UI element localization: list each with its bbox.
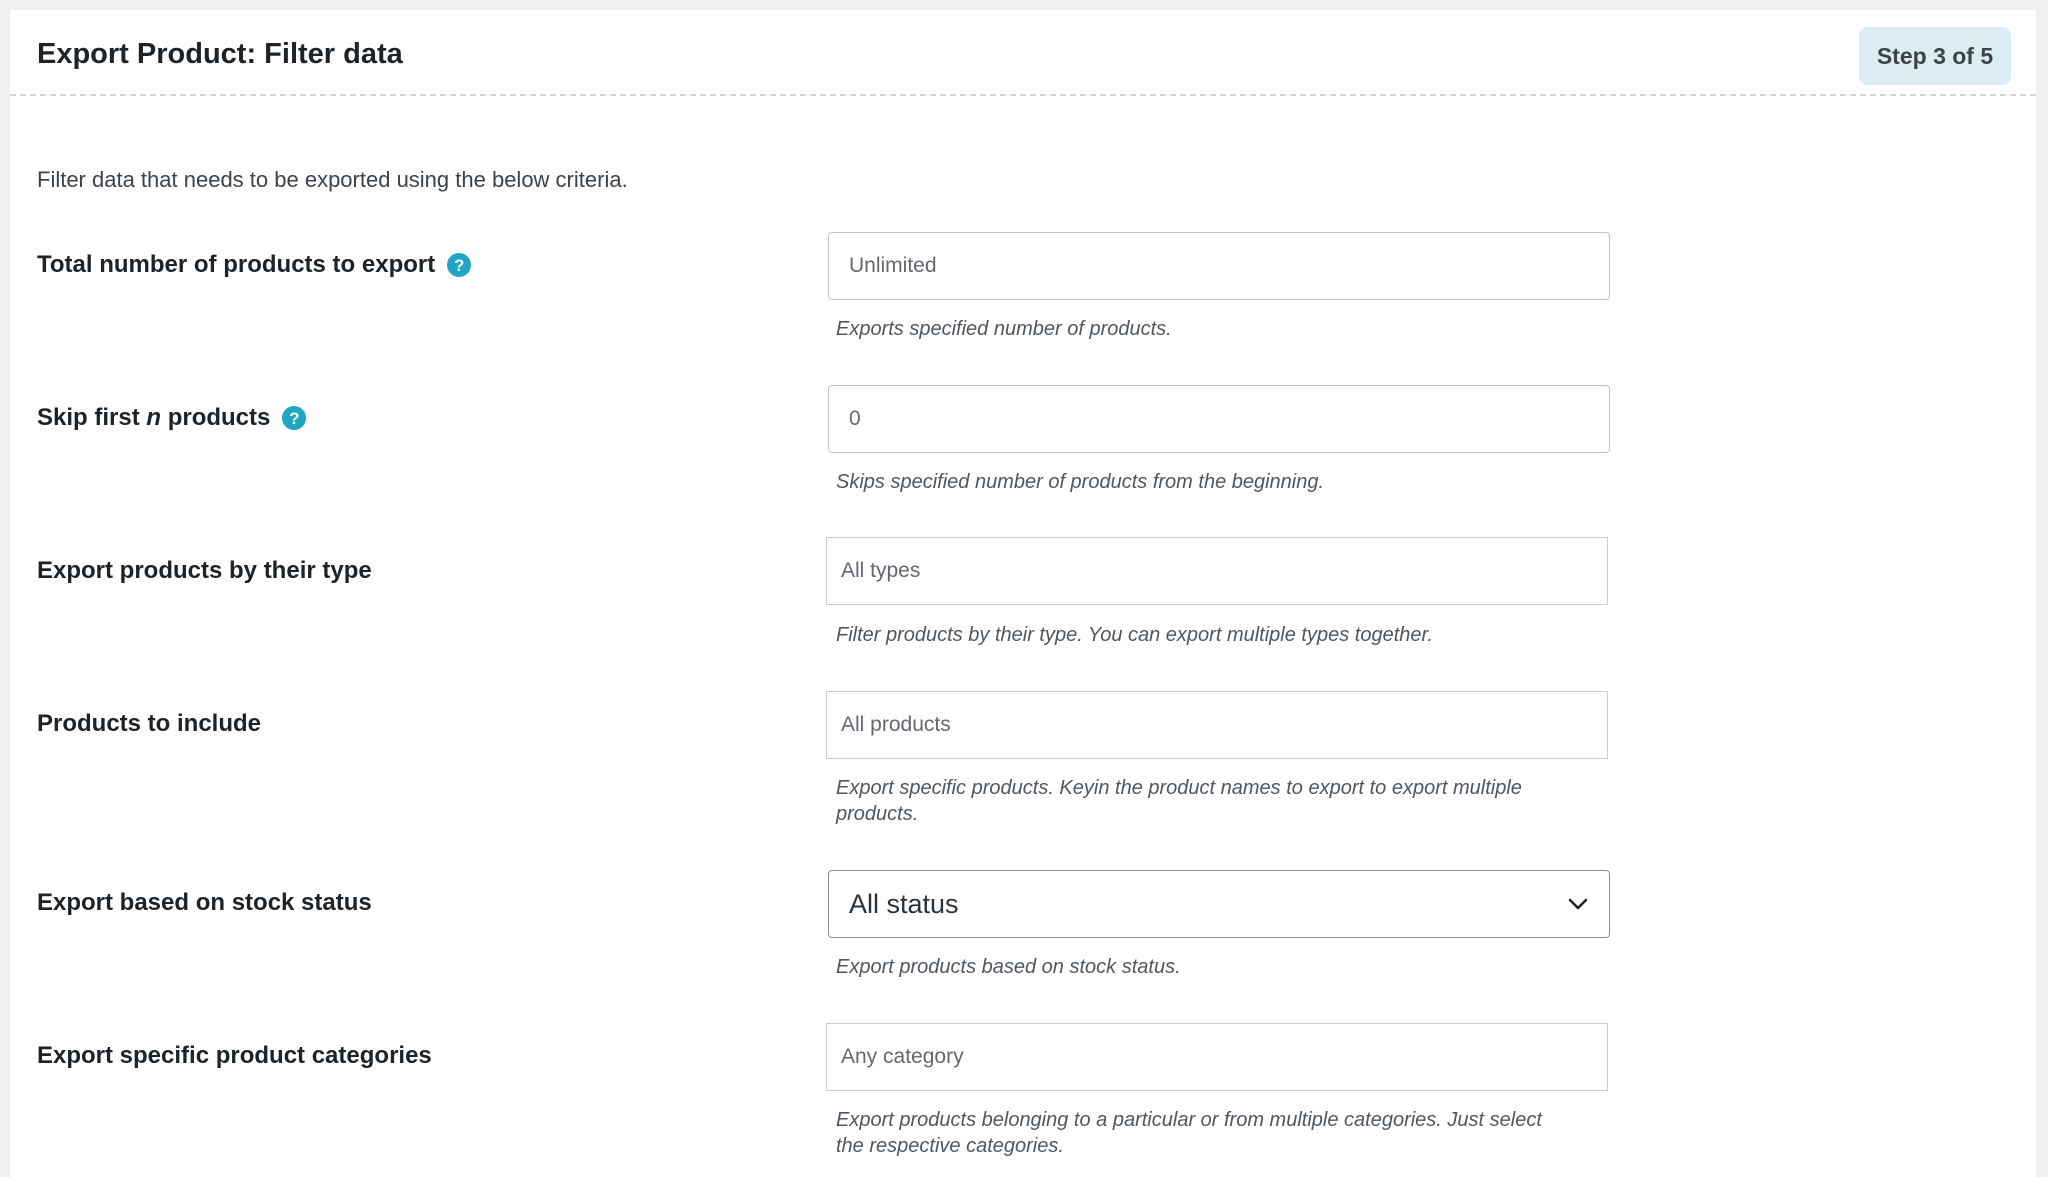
step-badge: Step 3 of 5 xyxy=(1859,27,2011,85)
total-products-label: Total number of products to export ? xyxy=(37,250,472,280)
skip-label-prefix: Skip first xyxy=(37,404,147,431)
product-categories-input[interactable] xyxy=(826,1023,1608,1091)
products-include-label-text: Products to include xyxy=(37,710,262,737)
product-categories-description-line1: Export products belonging to a particula… xyxy=(836,1109,1542,1131)
skip-products-label: Skip first n products ? xyxy=(37,403,307,433)
skip-products-description: Skips specified number of products from … xyxy=(836,471,1325,493)
products-include-input[interactable] xyxy=(826,691,1608,759)
product-categories-label-text: Export specific product categories xyxy=(37,1042,432,1069)
page-title: Export Product: Filter data xyxy=(37,38,403,70)
skip-label-suffix: products xyxy=(161,404,271,431)
products-include-description-line1: Export specific products. Keyin the prod… xyxy=(836,777,1522,799)
product-types-input[interactable] xyxy=(826,537,1608,605)
product-categories-description: Export products belonging to a particula… xyxy=(836,1107,1636,1159)
panel-header: Export Product: Filter data Step 3 of 5 xyxy=(10,10,2036,96)
product-types-label: Export products by their type xyxy=(37,556,372,586)
stock-status-label-text: Export based on stock status xyxy=(37,889,372,916)
help-icon[interactable]: ? xyxy=(447,253,472,277)
product-categories-description-line2: the respective categories. xyxy=(836,1135,1064,1157)
product-types-label-text: Export products by their type xyxy=(37,557,372,584)
intro-text: Filter data that needs to be exported us… xyxy=(37,167,628,192)
stock-status-label: Export based on stock status xyxy=(37,888,372,918)
chevron-down-icon xyxy=(1567,893,1589,915)
total-products-description: Exports specified number of products. xyxy=(836,318,1172,340)
stock-status-selected-value: All status xyxy=(849,888,959,919)
products-include-description: Export specific products. Keyin the prod… xyxy=(836,775,1636,827)
total-products-label-text: Total number of products to export xyxy=(37,251,436,278)
product-categories-label: Export specific product categories xyxy=(37,1041,432,1071)
skip-products-input[interactable] xyxy=(828,385,1610,453)
help-icon[interactable]: ? xyxy=(282,406,307,430)
stock-status-select[interactable]: All status xyxy=(828,870,1610,938)
products-include-description-line2: products. xyxy=(836,803,919,825)
total-products-input[interactable] xyxy=(828,232,1610,300)
skip-label-variable: n xyxy=(146,404,162,431)
product-types-description: Filter products by their type. You can e… xyxy=(836,624,1433,646)
export-filter-panel: Export Product: Filter data Step 3 of 5 … xyxy=(10,10,2036,1177)
products-include-label: Products to include xyxy=(37,709,261,739)
stock-status-description: Export products based on stock status. xyxy=(836,956,1181,978)
